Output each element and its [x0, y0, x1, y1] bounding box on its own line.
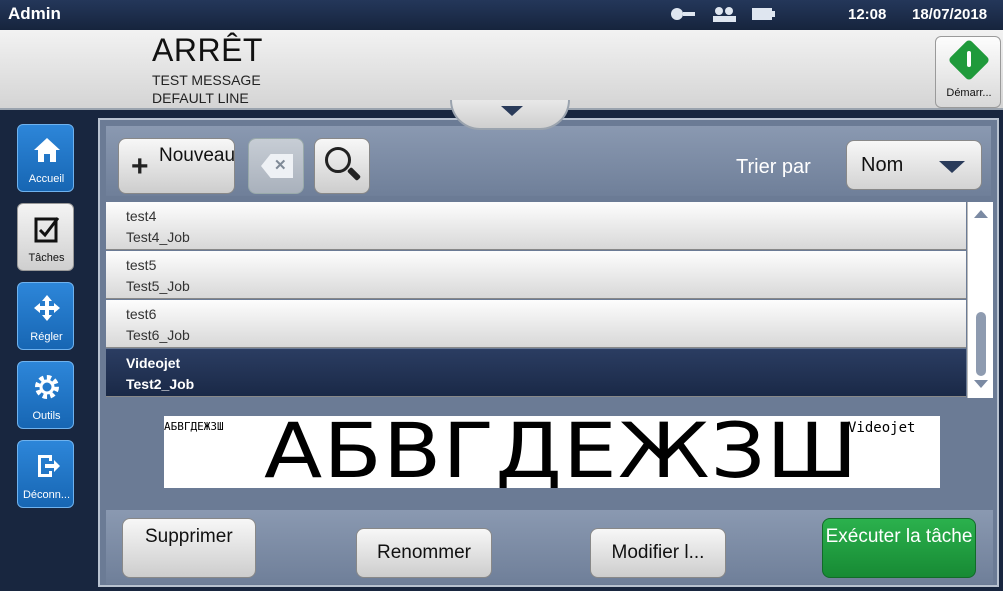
run-job-button-label: Exécuter la tâche — [825, 526, 973, 547]
network-icon — [671, 8, 695, 20]
app-root: Admin 12:08 18/07/2018 ARRÊT TEST MESSAG… — [0, 0, 1003, 591]
new-job-button[interactable]: + Nouveau — [118, 138, 235, 194]
preview-small-text: АБВГДЕЖЗШ — [164, 420, 224, 433]
job-name: test4 — [126, 208, 157, 224]
preview-tag-text: Videojet — [848, 420, 916, 436]
job-name: test6 — [126, 306, 157, 322]
jobs-panel: + Nouveau Trier par Nom test4 Test4_Job — [98, 118, 999, 587]
scroll-up-icon[interactable] — [974, 210, 988, 218]
preview-large-text: АБВГДЕЖЗШ — [264, 416, 859, 488]
job-name: test5 — [126, 257, 157, 273]
date: 18/07/2018 — [912, 6, 988, 23]
users-icon — [713, 7, 736, 22]
search-button[interactable] — [314, 138, 370, 194]
action-bar: Supprimer Renommer Modifier l... Exécute… — [106, 510, 993, 584]
rename-button[interactable]: Renommer — [356, 528, 492, 578]
list-scrollbar[interactable] — [967, 202, 993, 398]
current-line: DEFAULT LINE — [152, 90, 249, 106]
run-job-button[interactable]: Exécuter la tâche — [822, 518, 976, 578]
sort-label: Trier par — [736, 156, 811, 178]
backspace-icon — [261, 154, 293, 178]
sidebar-item-label: Accueil — [28, 173, 65, 185]
clock: 12:08 — [848, 6, 887, 23]
logout-icon — [38, 455, 60, 477]
move-icon — [34, 295, 60, 321]
scroll-down-icon[interactable] — [974, 380, 988, 388]
current-message: TEST MESSAGE — [152, 72, 261, 88]
printer-state: ARRÊT — [152, 32, 263, 68]
start-button-label: Démarr... — [946, 87, 992, 99]
home-icon — [34, 138, 60, 162]
sidebar-item-label: Tâches — [28, 252, 65, 264]
gear-icon — [35, 375, 59, 399]
delete-button[interactable]: Supprimer — [122, 518, 256, 578]
job-name: Videojet — [126, 355, 181, 371]
job-file: Test6_Job — [126, 327, 190, 343]
sort-dropdown[interactable]: Nom — [846, 140, 982, 190]
list-item[interactable]: test5 Test5_Job — [106, 251, 966, 299]
start-button[interactable]: Démarr... — [935, 36, 1001, 108]
message-preview: АБВГДЕЖЗШ АБВГДЕЖЗШ Videojet — [164, 416, 940, 488]
sidebar: Accueil Tâches Régler Outils Déconn... — [0, 112, 92, 591]
sidebar-item-label: Régler — [30, 331, 63, 343]
chevron-down-icon — [939, 161, 965, 173]
list-item[interactable]: test4 Test4_Job — [106, 202, 966, 250]
user-label: Admin — [8, 4, 61, 23]
sidebar-item-outils[interactable]: Outils — [17, 361, 74, 429]
sidebar-item-label: Outils — [32, 410, 61, 422]
job-file: Test2_Job — [126, 376, 195, 392]
list-item-selected[interactable]: Videojet Test2_Job — [106, 349, 966, 397]
modify-button[interactable]: Modifier l... — [590, 528, 726, 578]
tasks-icon — [34, 217, 60, 243]
list-item[interactable]: test6 Test6_Job — [106, 300, 966, 348]
sidebar-item-accueil[interactable]: Accueil — [17, 124, 74, 192]
plus-icon: + — [131, 150, 149, 183]
job-file: Test4_Job — [126, 229, 190, 245]
clear-search-button[interactable] — [248, 138, 304, 194]
sidebar-item-label: Déconn... — [22, 489, 71, 501]
battery-icon — [752, 8, 775, 20]
job-file: Test5_Job — [126, 278, 190, 294]
status-icons — [670, 6, 778, 22]
modify-button-label: Modifier l... — [611, 542, 705, 563]
rename-button-label: Renommer — [377, 542, 471, 563]
sort-value: Nom — [861, 154, 904, 176]
status-bar: Admin 12:08 18/07/2018 — [0, 0, 1003, 30]
message-preview-area: АБВГДЕЖЗШ АБВГДЕЖЗШ Videojet — [106, 402, 993, 508]
scroll-thumb[interactable] — [976, 312, 986, 376]
sidebar-item-taches[interactable]: Tâches — [17, 203, 74, 271]
chevron-down-icon — [501, 106, 523, 116]
printer-status-header: ARRÊT TEST MESSAGE DEFAULT LINE Démarr..… — [0, 30, 1003, 110]
delete-button-label: Supprimer — [145, 526, 233, 547]
status-expand-toggle[interactable] — [450, 100, 570, 130]
sidebar-item-regler[interactable]: Régler — [17, 282, 74, 350]
new-job-label: Nouveau — [159, 145, 236, 166]
job-list: test4 Test4_Job test5 Test5_Job test6 Te… — [106, 202, 966, 398]
sidebar-item-deconnexion[interactable]: Déconn... — [17, 440, 74, 508]
jobs-toolbar: + Nouveau Trier par Nom — [106, 126, 991, 196]
